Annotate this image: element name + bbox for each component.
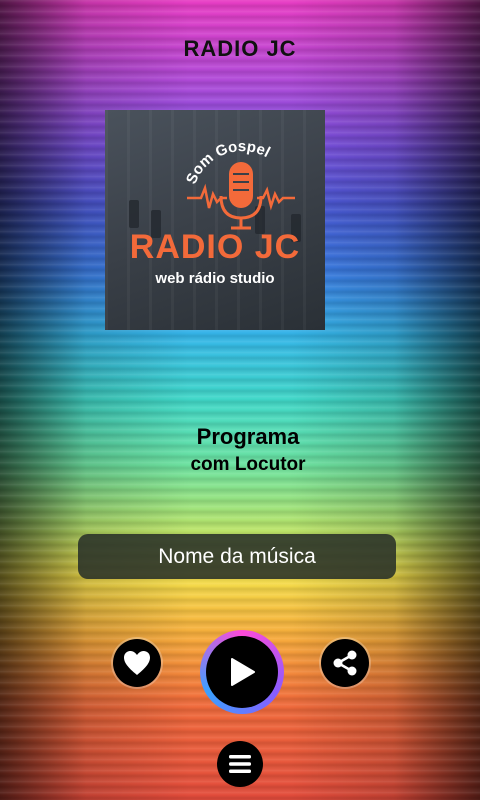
logo-arc-text: Som Gospel	[183, 138, 273, 187]
logo-graphic: Som Gospel	[183, 138, 295, 230]
play-button[interactable]	[206, 636, 278, 708]
station-logo: Som Gospel RADIO JC web rádio studio	[105, 110, 325, 330]
logo-sub-text: web rádio studio	[155, 270, 275, 287]
share-icon	[333, 650, 357, 676]
menu-button[interactable]	[217, 741, 263, 787]
program-name: Programa	[196, 424, 300, 449]
favorite-button[interactable]	[113, 639, 161, 687]
logo-main-text: RADIO JC	[129, 228, 301, 266]
now-playing-song: Nome da música	[78, 534, 396, 579]
menu-icon	[229, 755, 251, 773]
program-info: Programa com Locutor	[0, 424, 480, 476]
heart-icon	[124, 651, 150, 675]
program-host: com Locutor	[190, 454, 306, 475]
play-icon	[231, 658, 255, 686]
play-control[interactable]	[200, 630, 284, 714]
app-title: RADIO JC	[183, 36, 297, 61]
svg-text:Som Gospel: Som Gospel	[183, 138, 273, 187]
share-button[interactable]	[321, 639, 369, 687]
